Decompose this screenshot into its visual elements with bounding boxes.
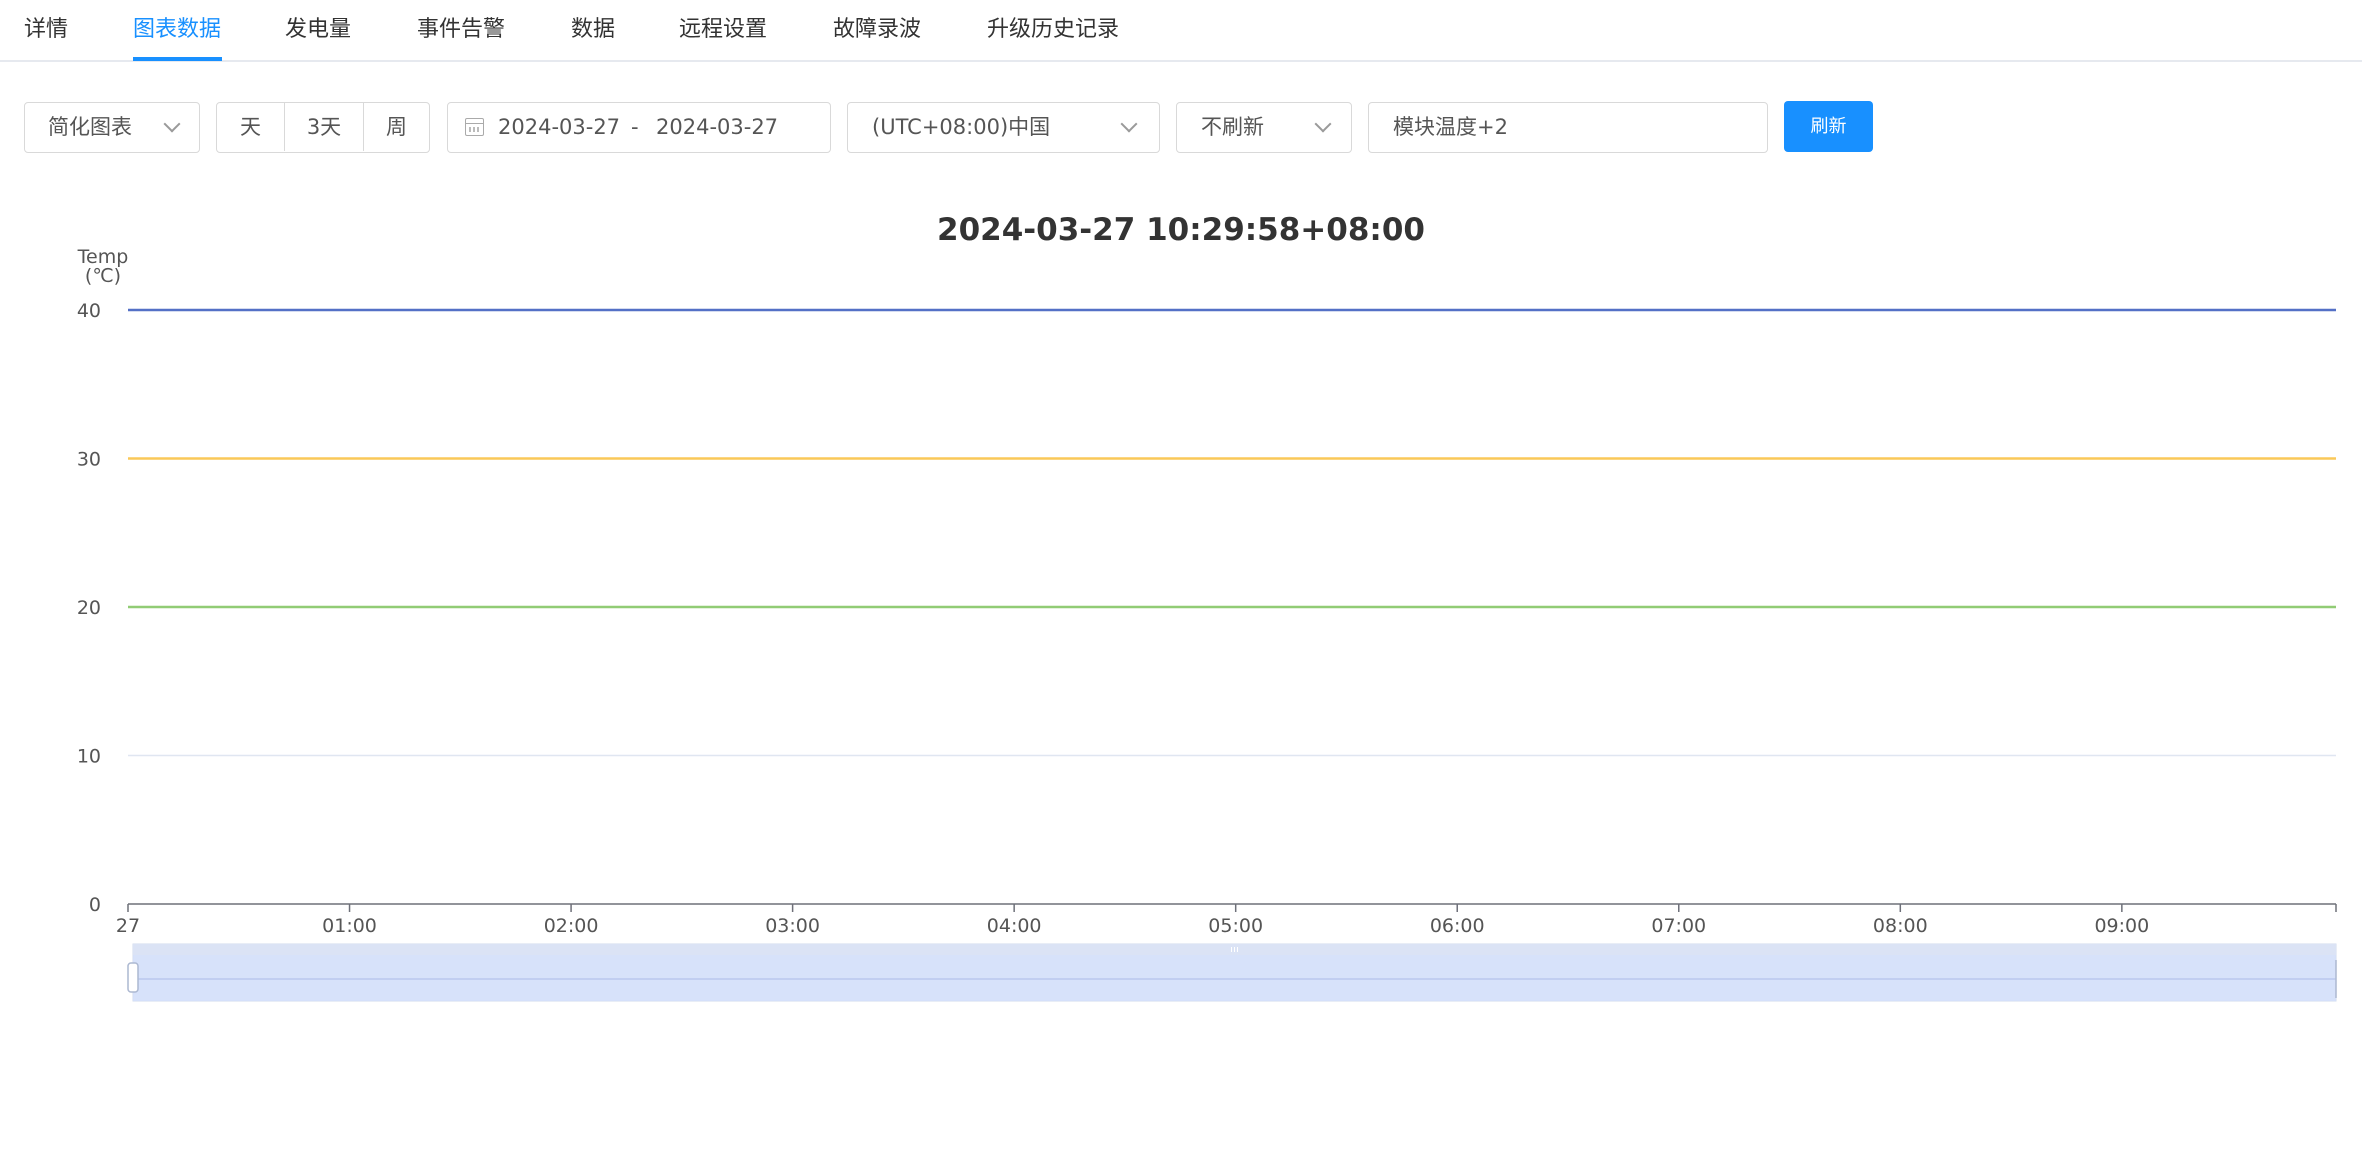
x-tick-label: 01:00 bbox=[322, 915, 377, 937]
y-tick-label: 0 bbox=[89, 894, 101, 916]
x-tick-label: 06:00 bbox=[1430, 915, 1485, 937]
x-tick-label: 04:00 bbox=[987, 915, 1042, 937]
x-tick-label: 02:00 bbox=[544, 915, 599, 937]
x-tick-label: 07:00 bbox=[1651, 915, 1706, 937]
x-tick-label: 09:00 bbox=[2094, 915, 2149, 937]
y-tick-label: 40 bbox=[77, 300, 101, 322]
zoom-slider-handle-left[interactable] bbox=[127, 962, 139, 993]
x-tick-label: 08:00 bbox=[1873, 915, 1928, 937]
x-tick-label: 27 bbox=[116, 915, 140, 937]
x-tick-label: 03:00 bbox=[765, 915, 820, 937]
zoom-slider-selection bbox=[133, 955, 2336, 1001]
temperature-chart: Temp (℃) 01020304027 01:00 02:00 03:00 04:00… bbox=[77, 246, 2337, 1002]
y-tick-label: 30 bbox=[77, 449, 101, 471]
y-tick-label: 10 bbox=[77, 746, 101, 768]
x-tick-label: 05:00 bbox=[1208, 915, 1263, 937]
y-tick-label: 20 bbox=[77, 597, 101, 619]
y-axis-unit: (℃) bbox=[85, 265, 121, 287]
